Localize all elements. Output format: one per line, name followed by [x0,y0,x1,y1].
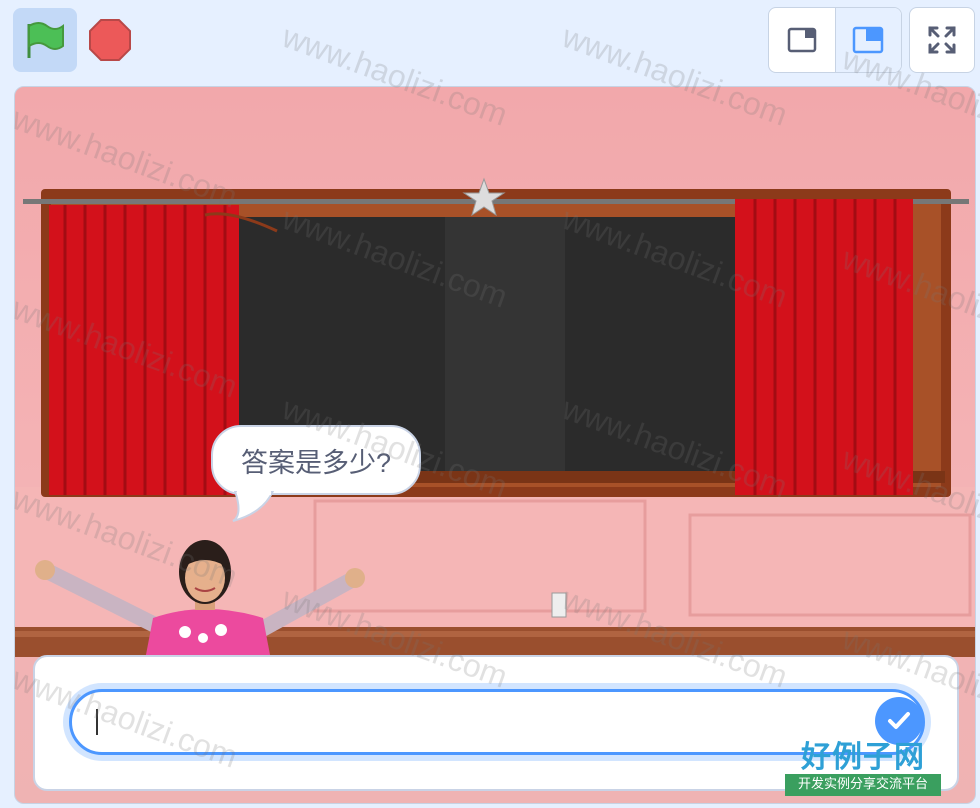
fullscreen-icon [928,26,956,54]
text-caret [96,709,98,735]
normal-stage-button[interactable] [835,8,901,72]
check-icon [888,712,910,729]
logo-title: 好例子网 [801,740,925,775]
stage-size-toggle [768,7,902,73]
stop-sign-icon [89,19,131,61]
fullscreen-button[interactable] [909,7,975,73]
site-logo: 好例子网 开发实例分享交流平台 [781,732,945,800]
logo-subtitle: 开发实例分享交流平台 [785,774,941,796]
speech-bubble-tail [232,491,275,522]
normal-stage-icon [853,26,884,54]
small-stage-icon [787,27,816,53]
small-stage-button[interactable] [769,8,836,72]
green-flag-button[interactable] [13,8,77,72]
stop-button[interactable] [84,14,136,66]
speech-bubble: 答案是多少? [211,425,421,495]
stage[interactable]: 答案是多少? [14,86,976,804]
stage-header [0,0,980,80]
girl-sprite [35,540,365,660]
green-flag-icon [27,22,64,58]
